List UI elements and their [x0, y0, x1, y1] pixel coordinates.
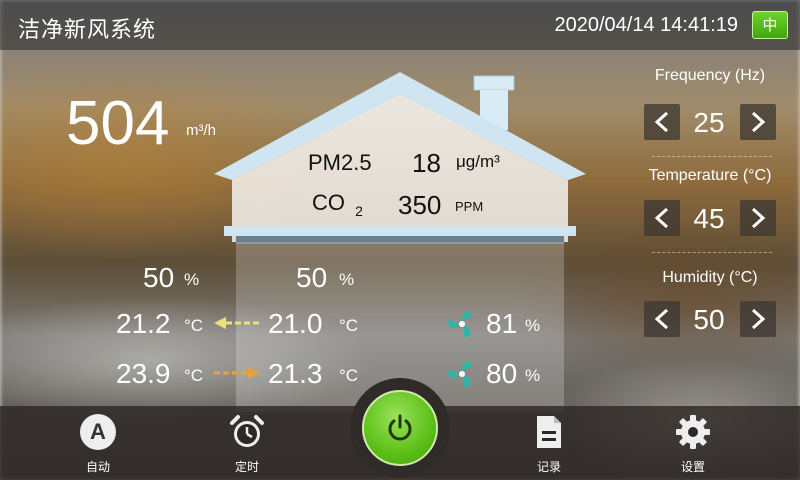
- outdoor-temp-1-unit: °C: [184, 316, 204, 335]
- temperature-value: 45: [693, 203, 725, 234]
- frequency-increase-button[interactable]: [740, 104, 776, 140]
- app-title: 洁净新风系统: [18, 18, 157, 43]
- nav-settings-button[interactable]: 设置: [658, 410, 728, 475]
- fan-icon: [448, 311, 472, 337]
- temperature-label: Temperature (°C): [648, 167, 772, 184]
- airflow-value: 504: [66, 89, 170, 158]
- outdoor-temp-2-value: 23.9: [116, 358, 171, 389]
- nav-settings-label: 设置: [680, 460, 705, 474]
- indoor-humidity-unit: %: [339, 270, 355, 289]
- alarm-clock-icon: [229, 414, 265, 450]
- frequency-decrease-button[interactable]: [644, 104, 680, 140]
- power-button[interactable]: [362, 390, 438, 466]
- arrow-left-icon: [214, 317, 260, 329]
- datetime: 2020/04/14 14:41:19: [554, 14, 738, 36]
- nav-timer-label: 定时: [234, 460, 259, 474]
- nav-record-label: 记录: [536, 460, 561, 474]
- co2-unit: PPM: [455, 199, 484, 214]
- co2-value: 350: [398, 190, 442, 220]
- fan-icon: [448, 361, 472, 387]
- fan-1-unit: %: [525, 316, 541, 335]
- nav-timer-button[interactable]: 定时: [212, 410, 282, 475]
- fan-1-value: 81: [486, 308, 518, 339]
- chevron-left-icon: [654, 207, 669, 229]
- auto-mode-icon: A: [80, 414, 116, 450]
- nav-auto-label: 自动: [85, 460, 110, 474]
- nav-record-button[interactable]: 记录: [514, 410, 584, 475]
- house-graphic: PM2.5 18 μg/m³ CO 2 350 PPM: [200, 70, 600, 412]
- outdoor-humidity-value: 50: [143, 262, 175, 293]
- fan-2-value: 80: [486, 358, 518, 389]
- frequency-label: Frequency (Hz): [654, 67, 766, 84]
- indoor-humidity-value: 50: [296, 262, 328, 293]
- humidity-decrease-button[interactable]: [644, 301, 680, 337]
- chevron-right-icon: [751, 308, 766, 330]
- outdoor-temp-2-unit: °C: [184, 366, 204, 385]
- temperature-increase-button[interactable]: [740, 200, 776, 236]
- indoor-temp-2-unit: °C: [339, 366, 359, 385]
- pm25-value: 18: [412, 148, 441, 178]
- power-icon: [388, 414, 412, 441]
- outdoor-temp-1-value: 21.2: [116, 308, 171, 339]
- humidity-value: 50: [693, 304, 725, 335]
- frequency-value: 25: [693, 107, 725, 138]
- pm25-unit: μg/m³: [456, 152, 500, 171]
- indoor-temp-1-value: 21.0: [268, 308, 323, 339]
- indoor-temp-2-value: 21.3: [268, 358, 323, 389]
- document-icon: [531, 414, 567, 450]
- chevron-left-icon: [654, 308, 669, 330]
- divider: [652, 252, 772, 253]
- divider: [652, 156, 772, 157]
- power-button-wrap: [350, 378, 450, 478]
- house-roof-icon: [214, 72, 586, 244]
- chevron-right-icon: [751, 111, 766, 133]
- humidity-increase-button[interactable]: [740, 301, 776, 337]
- indoor-temp-1-unit: °C: [339, 316, 359, 335]
- pm25-label: PM2.5: [308, 150, 372, 175]
- humidity-label: Humidity (°C): [662, 269, 758, 286]
- co2-subscript: 2: [355, 203, 363, 219]
- nav-auto-button[interactable]: A 自动: [63, 410, 133, 475]
- gear-icon: [675, 414, 711, 450]
- outdoor-humidity-unit: %: [184, 270, 200, 289]
- fan-mode-badge[interactable]: 中: [752, 11, 788, 39]
- auto-mode-letter: A: [90, 419, 106, 444]
- arrow-right-icon: [214, 367, 260, 379]
- co2-label-text: CO: [312, 190, 345, 215]
- chevron-right-icon: [751, 207, 766, 229]
- chevron-left-icon: [654, 111, 669, 133]
- temperature-decrease-button[interactable]: [644, 200, 680, 236]
- co2-label: CO 2: [312, 190, 363, 219]
- fan-2-unit: %: [525, 366, 541, 385]
